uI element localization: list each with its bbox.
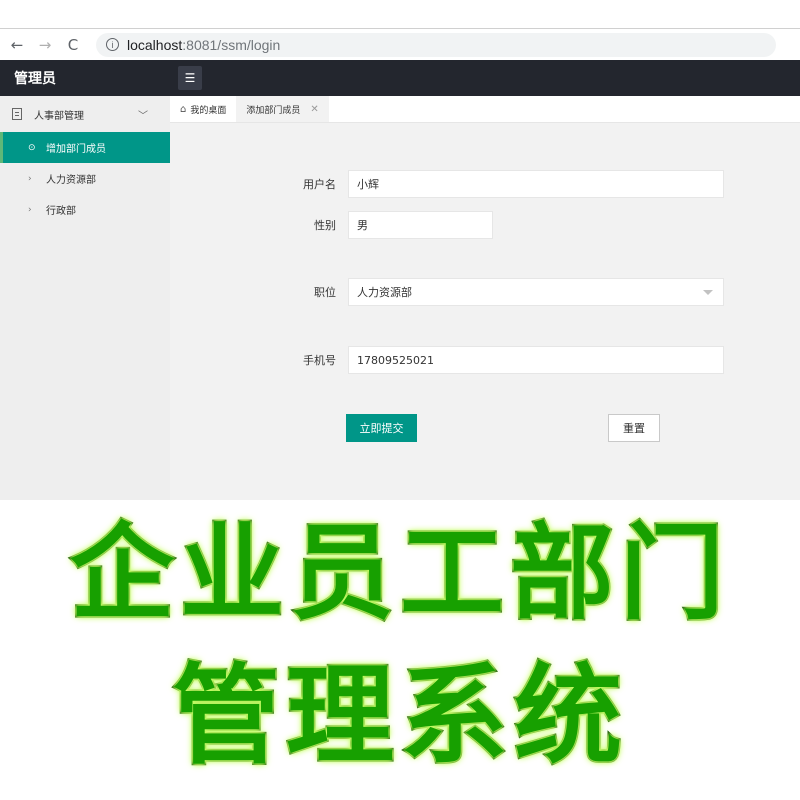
position-row: 职位 人力资源部 [288,278,724,306]
url-host: localhost [127,36,183,53]
page: ← → C i localhost:8081/ssm/login 管理员 ☰ 人… [0,0,800,800]
sidebar-item-add-member[interactable]: ⊙ 增加部门成员 [0,132,170,163]
promo-banner: 企业员工部门 管理系统 [0,500,800,800]
tab-add-member[interactable]: 添加部门成员 ✕ [236,96,329,122]
gender-row: 性别 男 [288,211,493,239]
username-value: 小辉 [357,178,379,191]
tab-label: 添加部门成员 [246,105,301,116]
sidebar-item-label: 增加部门成员 [46,144,106,155]
banner-title-line-1: 企业员工部门 [68,511,730,636]
sidebar-item-admin-department[interactable]: › 行政部 [0,194,170,225]
close-icon[interactable]: ✕ [310,104,318,115]
reset-button[interactable]: 重置 [608,414,660,442]
tab-label: 我的桌面 [190,105,227,116]
home-icon: ⌂ [180,103,187,115]
sidebar-group-label: 人事部管理 [34,110,84,122]
tab-bar: ⌂ 我的桌面 添加部门成员 ✕ [170,96,800,123]
username-label: 用户名 [303,178,336,191]
phone-value: 17809525021 [357,353,434,367]
reload-icon[interactable]: C [62,34,84,56]
caret-down-icon [703,289,713,295]
url-path: :8081/ssm/login [182,36,281,53]
address-bar[interactable]: i localhost:8081/ssm/login [96,32,776,57]
gender-input[interactable]: 男 [348,211,493,239]
submit-button[interactable]: 立即提交 [346,414,417,442]
back-arrow-icon[interactable]: ← [6,34,28,56]
position-select[interactable]: 人力资源部 [348,278,724,306]
app-header: 管理员 ☰ [0,60,800,96]
sidebar-group-hr[interactable]: 人事部管理 ﹀ [0,96,170,132]
sidebar-item-label: 人力资源部 [46,175,96,186]
phone-row: 手机号 17809525021 [288,346,724,374]
tab-my-desktop[interactable]: ⌂ 我的桌面 [170,96,236,122]
list-icon: ☰ [184,71,196,85]
menu-toggle-button[interactable]: ☰ [178,66,202,90]
position-label: 职位 [314,286,336,299]
username-input[interactable]: 小辉 [348,170,724,198]
sidebar-item-label: 行政部 [46,206,76,217]
circle-icon: ⊙ [28,142,36,153]
browser-toolbar: ← → C i localhost:8081/ssm/login [0,28,800,60]
chevron-right-icon: › [28,173,32,184]
info-icon[interactable]: i [106,38,119,51]
phone-label: 手机号 [303,354,336,367]
chevron-right-icon: › [28,204,32,215]
document-icon [12,108,22,120]
app-title: 管理员 [14,71,56,87]
gender-value: 男 [357,219,368,232]
phone-input[interactable]: 17809525021 [348,346,724,374]
username-row: 用户名 小辉 [288,170,724,198]
banner-title-line-2: 管理系统 [170,653,628,781]
sidebar: 人事部管理 ﹀ ⊙ 增加部门成员 › 人力资源部 › 行政部 [0,96,170,500]
forward-arrow-icon[interactable]: → [34,34,56,56]
sidebar-item-hr-department[interactable]: › 人力资源部 [0,163,170,194]
position-value: 人力资源部 [357,286,412,299]
gender-label: 性别 [314,219,336,232]
main-content: ⌂ 我的桌面 添加部门成员 ✕ 用户名 小辉 性别 男 职位 人力资源部 手机号… [170,96,800,500]
chevron-down-icon: ﹀ [138,110,148,122]
